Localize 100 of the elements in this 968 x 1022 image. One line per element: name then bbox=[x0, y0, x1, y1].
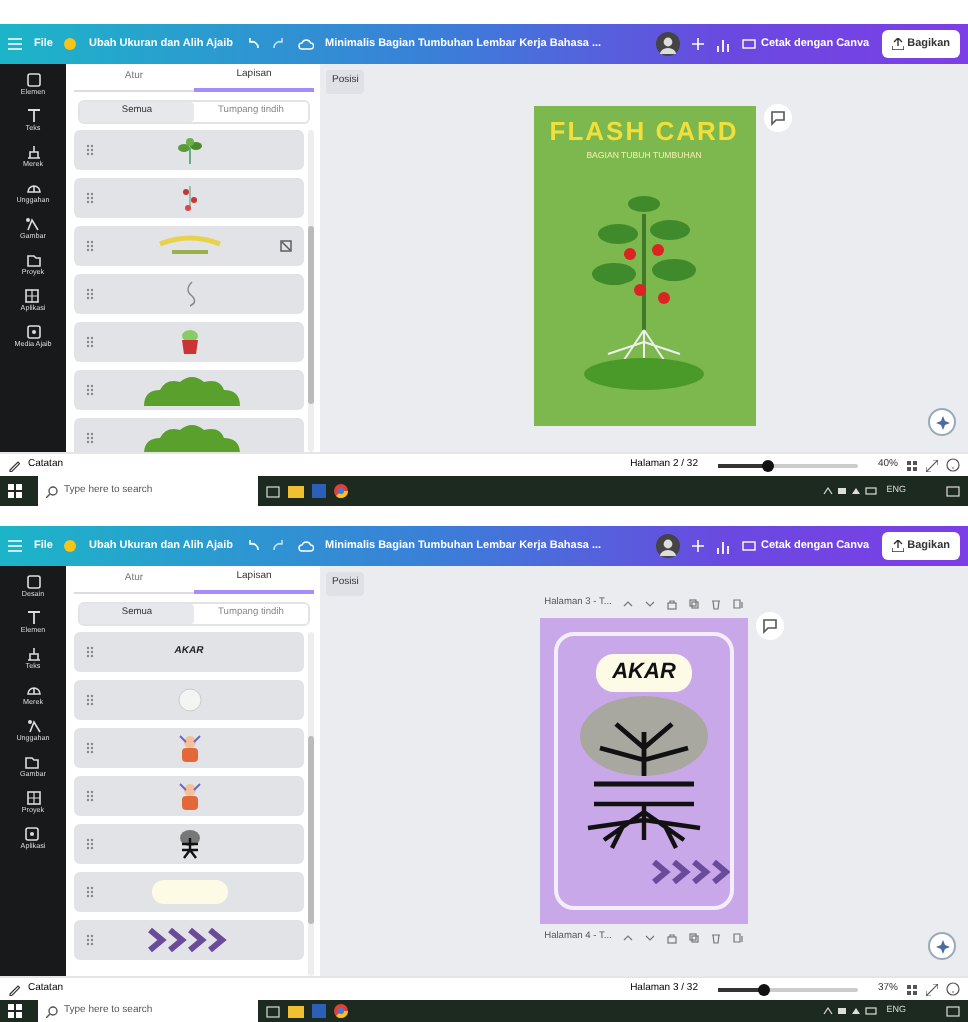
windows-icon[interactable] bbox=[8, 1004, 22, 1018]
lock-icon[interactable] bbox=[665, 597, 678, 609]
scrollbar[interactable] bbox=[308, 632, 314, 976]
drag-handle-icon[interactable] bbox=[86, 240, 94, 252]
slider-thumb[interactable] bbox=[758, 983, 771, 995]
add-page-icon[interactable] bbox=[731, 931, 744, 943]
windows-icon[interactable] bbox=[8, 484, 22, 498]
upload-icon bbox=[891, 38, 904, 50]
circle-icon bbox=[175, 686, 203, 714]
browser-icon[interactable] bbox=[334, 484, 348, 498]
add-page-icon[interactable] bbox=[731, 597, 744, 609]
scrollbar[interactable] bbox=[308, 130, 314, 452]
layer-row[interactable] bbox=[74, 728, 304, 768]
trash-icon[interactable] bbox=[709, 597, 722, 609]
task-view-icon[interactable] bbox=[266, 1005, 280, 1017]
drag-handle-icon[interactable] bbox=[86, 384, 94, 396]
lock-icon[interactable] bbox=[665, 931, 678, 943]
layer-row[interactable] bbox=[74, 824, 304, 864]
notification-icon[interactable] bbox=[946, 485, 960, 497]
search-icon bbox=[46, 485, 58, 497]
drag-handle-icon[interactable] bbox=[86, 646, 94, 658]
avatar-icon[interactable] bbox=[656, 32, 681, 56]
slider-thumb[interactable] bbox=[762, 459, 775, 471]
berries-icon bbox=[179, 184, 199, 212]
character-icon bbox=[175, 732, 203, 764]
chart-icon[interactable] bbox=[716, 539, 731, 553]
plus-icon[interactable] bbox=[692, 540, 705, 552]
undo-icon[interactable] bbox=[245, 540, 259, 552]
layout-icon bbox=[25, 72, 41, 88]
trash-icon[interactable] bbox=[709, 931, 722, 943]
sparkle-icon bbox=[25, 323, 41, 340]
folder-icon[interactable] bbox=[288, 485, 304, 497]
group-icon[interactable] bbox=[280, 240, 292, 252]
drag-handle-icon[interactable] bbox=[86, 694, 94, 706]
layer-row[interactable] bbox=[74, 418, 304, 452]
layer-row[interactable] bbox=[74, 322, 304, 362]
chart-icon[interactable] bbox=[716, 37, 731, 51]
folder-icon[interactable] bbox=[288, 1005, 304, 1017]
layer-row[interactable] bbox=[74, 370, 304, 410]
sparkle-icon bbox=[935, 939, 949, 953]
sparkle-icon bbox=[935, 415, 949, 429]
plant-icon bbox=[175, 136, 203, 164]
tree-icon bbox=[177, 828, 201, 860]
help-icon[interactable] bbox=[946, 982, 960, 996]
drag-handle-icon[interactable] bbox=[86, 432, 94, 444]
drag-handle-icon[interactable] bbox=[86, 144, 94, 156]
help-icon[interactable] bbox=[946, 458, 960, 472]
plus-icon[interactable] bbox=[692, 38, 705, 50]
tray-icons[interactable] bbox=[822, 486, 879, 496]
chevron-up-icon[interactable] bbox=[621, 931, 634, 943]
chevron-down-icon[interactable] bbox=[643, 597, 656, 609]
grid-view-icon[interactable] bbox=[906, 983, 918, 995]
drag-handle-icon[interactable] bbox=[86, 742, 94, 754]
magic-button[interactable] bbox=[928, 932, 956, 960]
sparkle-icon bbox=[24, 825, 41, 842]
task-view-icon[interactable] bbox=[266, 485, 280, 497]
drag-handle-icon[interactable] bbox=[86, 192, 94, 204]
drag-handle-icon[interactable] bbox=[86, 838, 94, 850]
notes-icon bbox=[8, 459, 20, 471]
menu-icon[interactable] bbox=[8, 38, 22, 50]
drag-handle-icon[interactable] bbox=[86, 790, 94, 802]
fullscreen-icon[interactable] bbox=[926, 459, 938, 471]
chevron-up-icon[interactable] bbox=[621, 597, 634, 609]
drag-handle-icon[interactable] bbox=[86, 288, 94, 300]
character-icon bbox=[175, 780, 203, 812]
menu-icon[interactable] bbox=[8, 540, 22, 552]
tray-icons[interactable] bbox=[822, 1006, 879, 1016]
browser-icon[interactable] bbox=[334, 1004, 348, 1018]
comment-button[interactable] bbox=[756, 612, 784, 640]
bush-icon bbox=[139, 374, 239, 406]
chevron-down-icon[interactable] bbox=[643, 931, 656, 943]
upload-icon bbox=[891, 540, 904, 552]
drag-handle-icon[interactable] bbox=[86, 336, 94, 348]
print-icon bbox=[742, 540, 757, 552]
drag-handle-icon[interactable] bbox=[86, 886, 94, 898]
layer-row[interactable] bbox=[74, 920, 304, 960]
grid-icon bbox=[25, 789, 41, 806]
grid-view-icon[interactable] bbox=[906, 459, 918, 471]
text-icon bbox=[25, 107, 41, 124]
notes-icon bbox=[8, 983, 20, 995]
cloud-icon[interactable] bbox=[297, 38, 313, 50]
redo-icon[interactable] bbox=[271, 38, 285, 50]
pot-icon bbox=[177, 328, 201, 356]
fullscreen-icon[interactable] bbox=[926, 983, 938, 995]
image-icon bbox=[25, 717, 41, 734]
magic-button[interactable] bbox=[928, 408, 956, 436]
comment-button[interactable] bbox=[764, 104, 792, 132]
chevrons-drawing bbox=[650, 859, 730, 883]
avatar-icon[interactable] bbox=[656, 534, 681, 558]
notification-icon[interactable] bbox=[946, 1005, 960, 1017]
layout-icon bbox=[25, 574, 41, 590]
cloud-icon[interactable] bbox=[297, 540, 313, 552]
duplicate-icon[interactable] bbox=[687, 597, 700, 609]
undo-icon[interactable] bbox=[245, 38, 259, 50]
layer-row[interactable] bbox=[74, 776, 304, 816]
grid-icon bbox=[24, 287, 41, 304]
folder-icon bbox=[25, 251, 41, 268]
duplicate-icon[interactable] bbox=[687, 931, 700, 943]
drag-handle-icon[interactable] bbox=[86, 934, 94, 946]
redo-icon[interactable] bbox=[271, 540, 285, 552]
